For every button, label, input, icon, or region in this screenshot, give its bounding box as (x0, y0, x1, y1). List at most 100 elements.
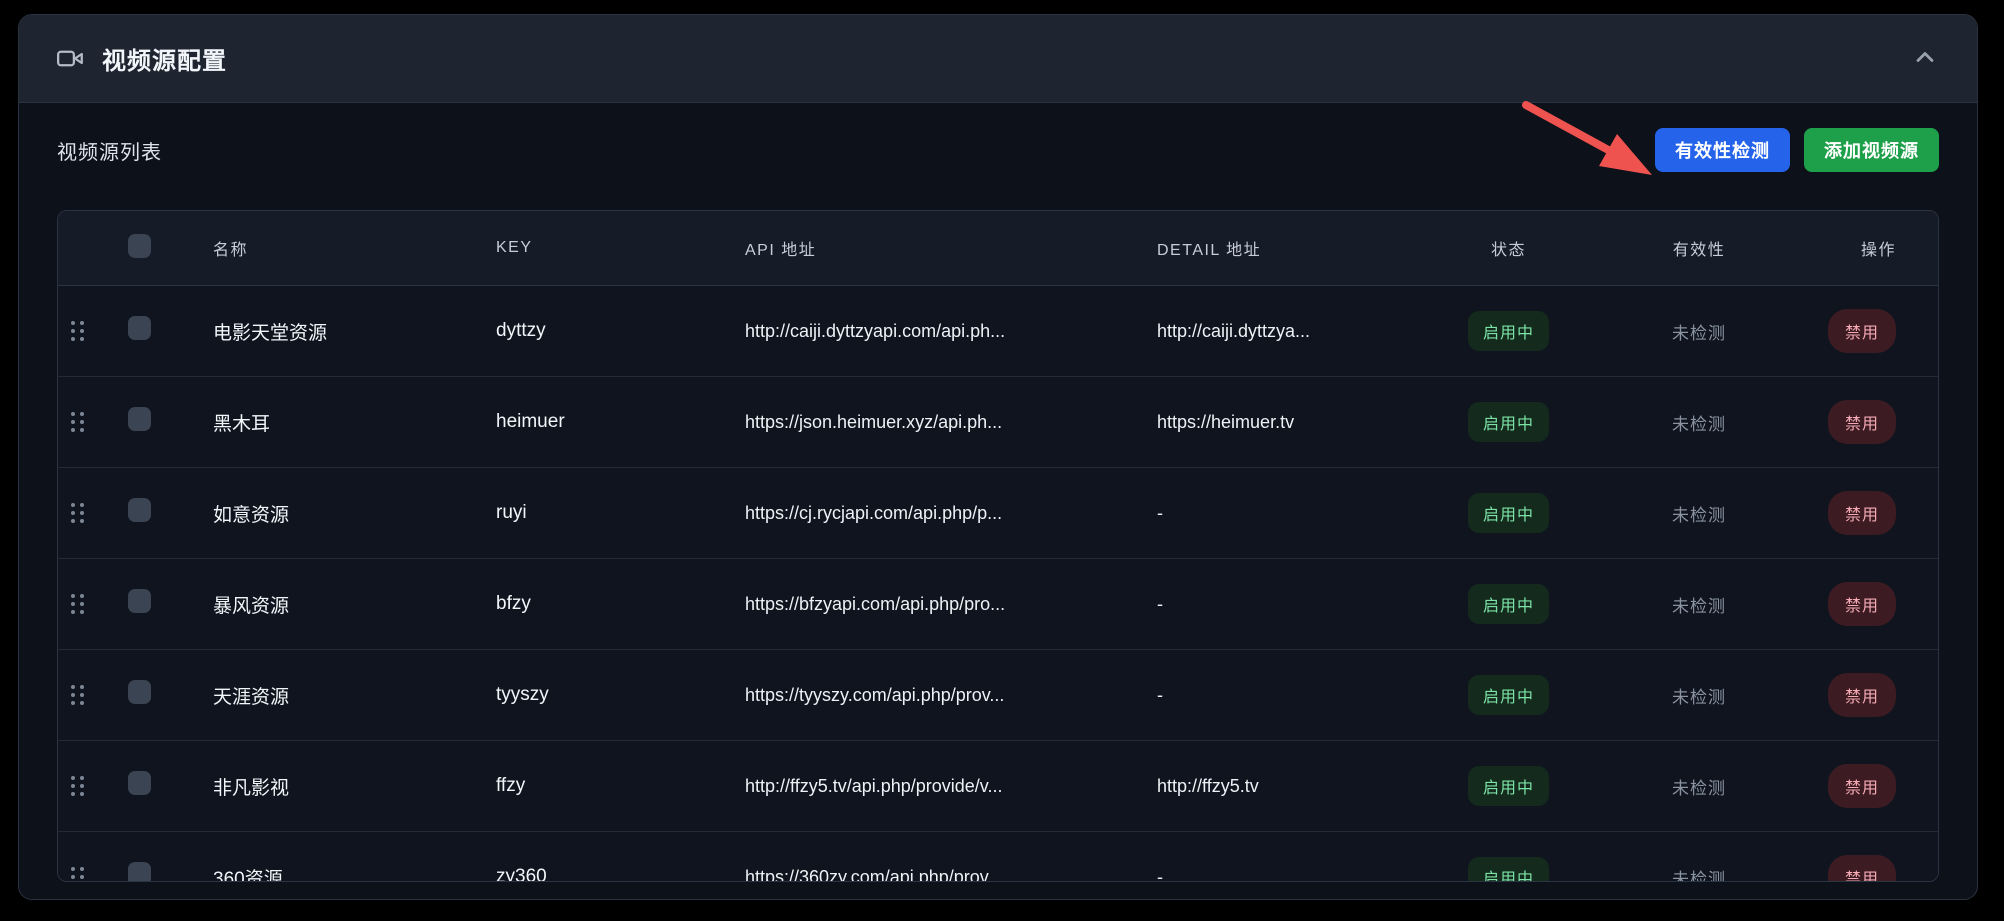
cell-name: 电影天堂资源 (213, 318, 496, 345)
cell-api-url: https://tyyszy.com/api.php/prov... (745, 685, 1157, 706)
panel-title: 视频源配置 (102, 41, 227, 76)
disable-button[interactable]: 禁用 (1828, 855, 1896, 882)
row-handle-cell (58, 503, 128, 523)
cell-validity: 未检测 (1584, 865, 1814, 883)
row-checkbox-cell (128, 680, 213, 710)
row-checkbox[interactable] (128, 771, 151, 795)
cell-status: 启用中 (1433, 675, 1584, 715)
cell-detail-url: http://ffzy5.tv (1157, 776, 1433, 797)
cell-name: 非凡影视 (213, 773, 496, 800)
cell-validity: 未检测 (1584, 683, 1814, 708)
section-label: 视频源列表 (57, 136, 162, 165)
validity-label: 未检测 (1672, 865, 1726, 883)
drag-handle-icon[interactable] (71, 685, 84, 705)
disable-button[interactable]: 禁用 (1828, 582, 1896, 626)
row-checkbox-cell (128, 498, 213, 528)
row-checkbox-cell (128, 862, 213, 882)
cell-key: heimuer (496, 411, 745, 433)
row-handle-cell (58, 685, 128, 705)
table-body: 电影天堂资源 dyttzy http://caiji.dyttzyapi.com… (58, 286, 1938, 882)
cell-api-url: https://json.heimuer.xyz/api.ph... (745, 412, 1157, 433)
status-badge: 启用中 (1468, 311, 1549, 351)
cell-action: 禁用 (1814, 673, 1938, 717)
column-header-action: 操作 (1814, 236, 1938, 260)
cell-validity: 未检测 (1584, 319, 1814, 344)
table-row: 非凡影视 ffzy http://ffzy5.tv/api.php/provid… (58, 741, 1938, 832)
cell-name: 黑木耳 (213, 409, 496, 436)
table-row: 黑木耳 heimuer https://json.heimuer.xyz/api… (58, 377, 1938, 468)
video-source-table: 名称 KEY API 地址 DETAIL 地址 状态 有效性 操作 电影天堂资源… (57, 210, 1939, 882)
table-row: 如意资源 ruyi https://cj.rycjapi.com/api.php… (58, 468, 1938, 559)
cell-key: zy360 (496, 866, 745, 882)
validity-label: 未检测 (1672, 319, 1726, 344)
row-handle-cell (58, 776, 128, 796)
row-checkbox-cell (128, 407, 213, 437)
cell-name: 360资源 (213, 864, 496, 883)
disable-button[interactable]: 禁用 (1828, 400, 1896, 444)
drag-handle-icon[interactable] (71, 867, 84, 882)
row-checkbox[interactable] (128, 862, 151, 882)
status-badge: 启用中 (1468, 766, 1549, 806)
row-checkbox[interactable] (128, 680, 151, 704)
cell-api-url: https://cj.rycjapi.com/api.php/p... (745, 503, 1157, 524)
cell-api-url: https://bfzyapi.com/api.php/pro... (745, 594, 1157, 615)
video-camera-icon (57, 45, 84, 72)
status-badge: 启用中 (1468, 402, 1549, 442)
status-badge: 启用中 (1468, 675, 1549, 715)
cell-name: 暴风资源 (213, 591, 496, 618)
cell-action: 禁用 (1814, 582, 1938, 626)
drag-handle-icon[interactable] (71, 412, 84, 432)
disable-button[interactable]: 禁用 (1828, 491, 1896, 535)
video-source-config-panel: 视频源配置 视频源列表 有效性检测 添加视频源 名称 (18, 14, 1978, 900)
drag-handle-icon[interactable] (71, 594, 84, 614)
cell-name: 天涯资源 (213, 682, 496, 709)
toolbar: 视频源列表 有效性检测 添加视频源 (57, 128, 1939, 172)
cell-api-url: http://caiji.dyttzyapi.com/api.ph... (745, 321, 1157, 342)
disable-button[interactable]: 禁用 (1828, 673, 1896, 717)
validity-label: 未检测 (1672, 774, 1726, 799)
select-all-checkbox[interactable] (128, 234, 151, 258)
row-checkbox[interactable] (128, 498, 151, 522)
table-row: 暴风资源 bfzy https://bfzyapi.com/api.php/pr… (58, 559, 1938, 650)
disable-button[interactable]: 禁用 (1828, 309, 1896, 353)
disable-button[interactable]: 禁用 (1828, 764, 1896, 808)
cell-name: 如意资源 (213, 500, 496, 527)
cell-status: 启用中 (1433, 311, 1584, 351)
validity-check-button[interactable]: 有效性检测 (1655, 128, 1790, 172)
drag-handle-icon[interactable] (71, 321, 84, 341)
row-checkbox-cell (128, 589, 213, 619)
row-handle-cell (58, 412, 128, 432)
table-row: 360资源 zy360 https://360zy.com/api.php/pr… (58, 832, 1938, 882)
table-row: 天涯资源 tyyszy https://tyyszy.com/api.php/p… (58, 650, 1938, 741)
row-checkbox[interactable] (128, 589, 151, 613)
cell-validity: 未检测 (1584, 592, 1814, 617)
cell-key: ffzy (496, 775, 745, 797)
row-checkbox[interactable] (128, 316, 151, 340)
collapse-panel-button[interactable] (1911, 43, 1939, 74)
cell-detail-url: - (1157, 685, 1433, 706)
drag-handle-icon[interactable] (71, 776, 84, 796)
validity-label: 未检测 (1672, 683, 1726, 708)
cell-action: 禁用 (1814, 855, 1938, 882)
cell-validity: 未检测 (1584, 774, 1814, 799)
column-header-status: 状态 (1433, 236, 1584, 260)
drag-handle-icon[interactable] (71, 503, 84, 523)
column-header-api: API 地址 (745, 236, 1157, 260)
cell-validity: 未检测 (1584, 410, 1814, 435)
column-header-validity: 有效性 (1584, 236, 1814, 260)
row-checkbox-cell (128, 316, 213, 346)
cell-detail-url: - (1157, 867, 1433, 883)
panel-body: 视频源列表 有效性检测 添加视频源 名称 KEY API 地址 DETAIL 地… (19, 103, 1977, 882)
cell-detail-url: - (1157, 503, 1433, 524)
cell-action: 禁用 (1814, 400, 1938, 444)
validity-label: 未检测 (1672, 410, 1726, 435)
cell-key: dyttzy (496, 320, 745, 342)
add-video-source-button[interactable]: 添加视频源 (1804, 128, 1939, 172)
cell-status: 启用中 (1433, 857, 1584, 882)
column-header-key: KEY (496, 239, 745, 257)
status-badge: 启用中 (1468, 584, 1549, 624)
row-checkbox[interactable] (128, 407, 151, 431)
cell-key: bfzy (496, 593, 745, 615)
column-header-name: 名称 (213, 236, 496, 260)
row-checkbox-cell (128, 771, 213, 801)
